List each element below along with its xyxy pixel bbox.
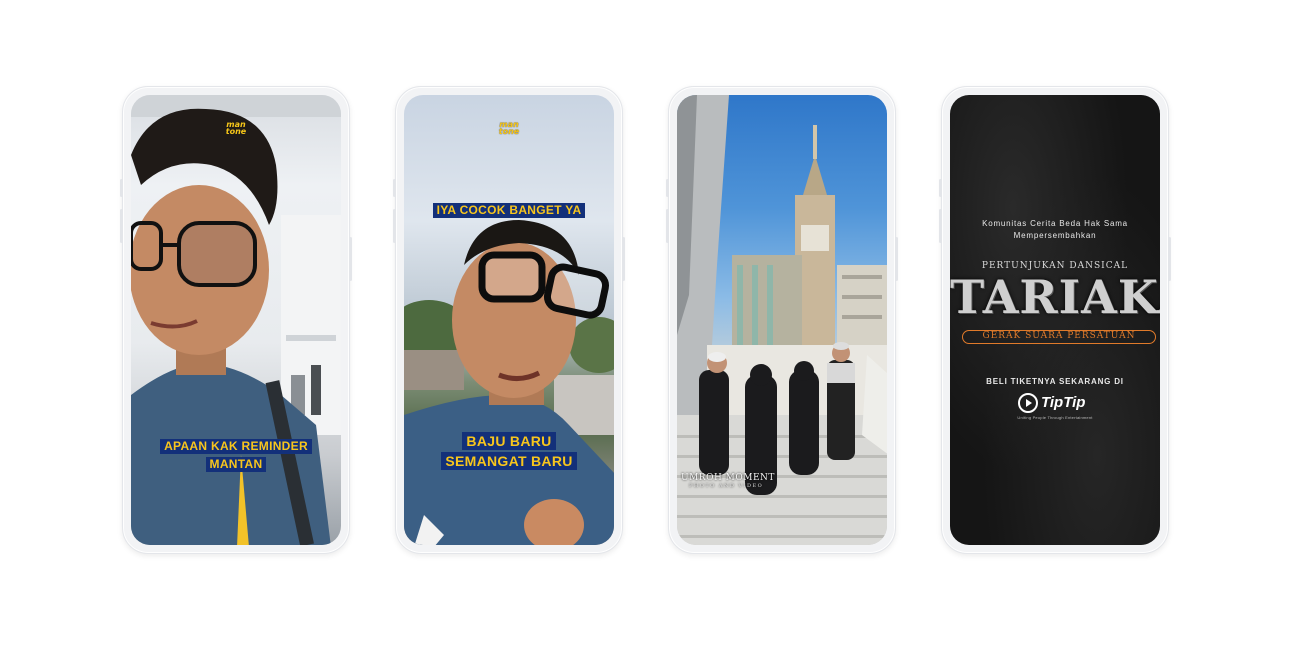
top-caption-text: IYA COCOK BANGET YA: [432, 203, 586, 218]
subtitle-caption: BAJU BARU SEMANGAT BARU: [404, 431, 614, 471]
event-poster[interactable]: Komunitas Cerita Beda Hak Sama Mempersem…: [950, 95, 1160, 545]
presenter-line-2: Mempersembahkan: [1013, 231, 1097, 240]
person-illustration: [404, 220, 614, 545]
phone-mockup-2: man tone IYA COCOK BANGET YA BAJU BARU SE…: [393, 86, 625, 554]
mantone-logo: man tone: [225, 120, 247, 136]
video-thumbnail-3[interactable]: UMROH MOMENT PHOTO AND VIDEO: [677, 95, 887, 545]
cta-text: BELI TIKETNYA SEKARANG DI: [986, 377, 1124, 386]
phone-mockup-3: UMROH MOMENT PHOTO AND VIDEO: [666, 86, 898, 554]
presenter-line-1: Komunitas Cerita Beda Hak Sama: [982, 219, 1128, 228]
caption-line-2: SEMANGAT BARU: [441, 452, 577, 470]
person-illustration: [131, 95, 341, 545]
brand-tagline: Uniting People Through Entertainment: [1017, 415, 1093, 420]
phone-mockup-1: man tone APAAN KAK REMINDER MANTAN: [120, 86, 352, 554]
video-thumbnail-1[interactable]: man tone APAAN KAK REMINDER MANTAN: [131, 95, 341, 545]
caption-line-1: BAJU BARU: [462, 432, 556, 450]
phone-mockup-4: Komunitas Cerita Beda Hak Sama Mempersem…: [939, 86, 1171, 554]
caption-line-2: MANTAN: [205, 457, 267, 472]
tiptip-logo: TipTip: [1018, 393, 1098, 415]
poster-subtitle: GERAK SUARA PERSATUAN: [982, 331, 1136, 341]
brand-name: TipTip: [1041, 394, 1086, 411]
subtitle-banner: GERAK SUARA PERSATUAN: [962, 330, 1156, 344]
subtitle-caption: APAAN KAK REMINDER MANTAN: [131, 437, 341, 473]
caption-line-1: APAAN KAK REMINDER: [160, 439, 312, 454]
top-caption: IYA COCOK BANGET YA: [404, 201, 614, 219]
umroh-moment-watermark: UMROH MOMENT PHOTO AND VIDEO: [681, 473, 775, 489]
mantone-logo: man tone: [498, 120, 520, 136]
poster-title: TARIAKAN: [950, 270, 1160, 324]
play-icon: [1018, 393, 1038, 413]
video-thumbnail-2[interactable]: man tone IYA COCOK BANGET YA BAJU BARU SE…: [404, 95, 614, 545]
